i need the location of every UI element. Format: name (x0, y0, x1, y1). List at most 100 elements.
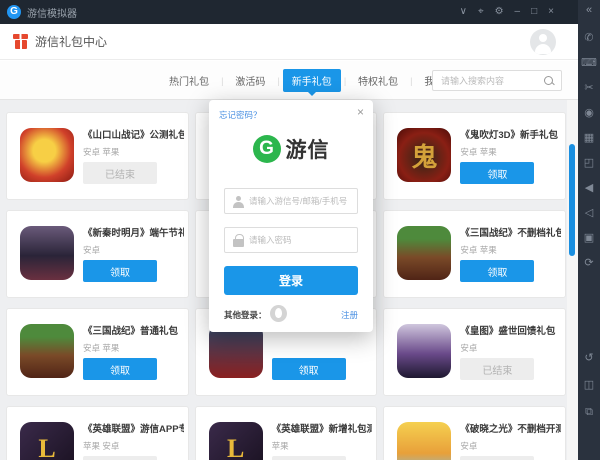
toolbar-icons-bottom: ↺ ◫ ⧉ (578, 352, 600, 418)
nav-tab-2[interactable]: 激活码 (226, 69, 274, 92)
game-title: 《皇图》盛世回馈礼包 (460, 326, 556, 337)
youxin-logo-icon: G (252, 135, 281, 163)
phone-icon[interactable]: ✆ (584, 32, 593, 44)
minimize-icon[interactable]: – (515, 0, 521, 24)
game-title: 《英雄联盟》新增礼包测试 (271, 424, 373, 435)
platform-label: 安卓 苹果 (83, 147, 120, 157)
claim-button[interactable]: 领取 (460, 260, 535, 282)
login-button[interactable]: 登录 (224, 266, 358, 295)
person-icon (233, 196, 244, 208)
search-input[interactable] (433, 71, 561, 91)
claim-button[interactable]: 已结束 (83, 162, 157, 184)
close-icon[interactable]: × (548, 0, 554, 24)
screenshot-icon[interactable]: ▣ (584, 232, 594, 244)
modal-footer: 其他登录： 注册 (224, 305, 358, 323)
apps-icon[interactable]: ▦ (584, 132, 594, 144)
window-controls: ∨ ⌖ ⚙ – □ × (460, 0, 554, 24)
scissors-icon[interactable]: ✂ (584, 82, 593, 94)
gift-card[interactable]: 《新秦时明月》端午节礼包 安卓 领取 (6, 210, 189, 298)
game-title: 《新秦时明月》端午节礼包 (83, 228, 184, 239)
platform-label: 苹果 (271, 441, 289, 451)
close-icon[interactable]: × (357, 105, 364, 119)
other-login-label: 其他登录： (224, 310, 267, 320)
game-icon (397, 226, 452, 280)
game-icon (20, 128, 74, 182)
login-modal: 忘记密码？ × G 游信 登录 其他登录： 注册 (209, 100, 373, 332)
game-icon: L (208, 422, 263, 460)
fullscreen-icon[interactable]: ◰ (584, 157, 594, 169)
gift-card[interactable]: 《山口山战记》公测礼包 安卓 苹果 已结束 (6, 112, 189, 200)
chevron-down-icon[interactable]: ∨ (460, 0, 467, 24)
brand-row: G 游信 (209, 134, 373, 164)
gift-card[interactable]: 《破晓之光》不删档开测礼包 安卓 (383, 406, 566, 460)
avatar[interactable] (530, 29, 556, 55)
game-icon (208, 324, 263, 378)
platform-label: 安卓 (460, 343, 478, 353)
game-title: 《山口山战记》公测礼包 (83, 130, 184, 141)
game-icon (20, 324, 74, 378)
game-icon (397, 324, 452, 378)
account-field-box (224, 188, 358, 214)
collapse-toolbar-icon[interactable]: « (578, 0, 600, 16)
pin-icon[interactable]: ⌖ (478, 0, 484, 24)
gift-card[interactable]: 《三国战纪》普通礼包 安卓 苹果 领取 (6, 308, 189, 396)
brand-name: 游信 (285, 139, 330, 162)
platform-label: 安卓 苹果 (460, 147, 497, 157)
claim-button[interactable] (83, 456, 157, 460)
platform-label: 安卓 苹果 (83, 343, 120, 353)
claim-button[interactable]: 领取 (271, 358, 346, 380)
gift-card[interactable]: 鬼 《鬼吹灯3D》新手礼包 安卓 苹果 领取 (383, 112, 566, 200)
toolbar-icons-top: ✆ ⌨ ✂ ◉ ▦ ◰ ◀ ◁ ▣ ⟳ (578, 32, 600, 269)
forgot-password-link[interactable]: 忘记密码？ (219, 109, 262, 121)
platform-label: 安卓 (83, 245, 101, 255)
tab-separator: | (410, 75, 413, 86)
password-input[interactable] (225, 228, 357, 252)
account-input[interactable] (225, 189, 357, 213)
gift-card[interactable]: L 《英雄联盟》新增礼包测试 苹果 (194, 406, 378, 460)
password-field-box (224, 227, 358, 253)
game-title: 《三国战纪》普通礼包 (83, 326, 179, 337)
register-link[interactable]: 注册 (341, 309, 358, 321)
volume-up-icon[interactable]: ◀ (585, 182, 593, 194)
claim-button[interactable] (271, 456, 346, 460)
scrollbar-thumb[interactable] (569, 144, 575, 256)
app-header: 游信礼包中心 (0, 24, 578, 60)
nav-bar: 热门礼包|激活码|新手礼包|特权礼包|我的礼包 (0, 61, 578, 100)
emulator-toolbar: « ✆ ⌨ ✂ ◉ ▦ ◰ ◀ ◁ ▣ ⟳ ↺ ◫ ⧉ (578, 0, 600, 460)
platform-label: 安卓 (460, 441, 478, 451)
claim-button[interactable]: 已结束 (460, 358, 535, 380)
game-icon (397, 422, 452, 460)
game-icon: L (20, 422, 74, 460)
claim-button[interactable]: 领取 (460, 162, 535, 184)
titlebar: G 游信模拟器 ∨ ⌖ ⚙ – □ × (0, 0, 600, 24)
platform-label: 苹果 安卓 (83, 441, 120, 451)
search-box (432, 70, 562, 91)
platform-label: 安卓 苹果 (460, 245, 497, 255)
nav-tab-1[interactable]: 热门礼包 (160, 69, 218, 92)
gift-card[interactable]: 《皇图》盛世回馈礼包 安卓 已结束 (383, 308, 566, 396)
nav-tab-3[interactable]: 新手礼包 (282, 69, 341, 96)
shake-icon[interactable]: ◫ (584, 379, 594, 391)
location-icon[interactable]: ◉ (584, 107, 594, 119)
undo-icon[interactable]: ↺ (584, 352, 593, 364)
qq-login-icon[interactable] (270, 305, 287, 322)
game-title: 《英雄联盟》游信APP专属礼包 (83, 424, 184, 435)
tab-separator: | (343, 75, 347, 86)
gear-icon[interactable]: ⚙ (495, 0, 504, 24)
copy-icon[interactable]: ⧉ (585, 406, 593, 418)
rotate-screen-icon[interactable]: ⟳ (584, 257, 593, 269)
keyboard-icon[interactable]: ⌨ (581, 57, 597, 69)
search-icon[interactable] (543, 75, 555, 87)
claim-button[interactable]: 领取 (83, 260, 157, 282)
game-title: 《三国战纪》不删档礼包 (460, 228, 561, 239)
nav-tab-4[interactable]: 特权礼包 (349, 69, 407, 92)
claim-button[interactable] (460, 456, 535, 460)
nav-tabs: 热门礼包|激活码|新手礼包|特权礼包|我的礼包 (160, 61, 473, 100)
game-title: 《鬼吹灯3D》新手礼包 (460, 130, 558, 141)
volume-down-icon[interactable]: ◁ (585, 207, 593, 219)
gift-card[interactable]: 《三国战纪》不删档礼包 安卓 苹果 领取 (383, 210, 566, 298)
claim-button[interactable]: 领取 (83, 358, 157, 380)
maximize-icon[interactable]: □ (531, 0, 537, 24)
gift-card[interactable]: L 《英雄联盟》游信APP专属礼包 苹果 安卓 (6, 406, 189, 460)
game-icon (20, 226, 74, 280)
